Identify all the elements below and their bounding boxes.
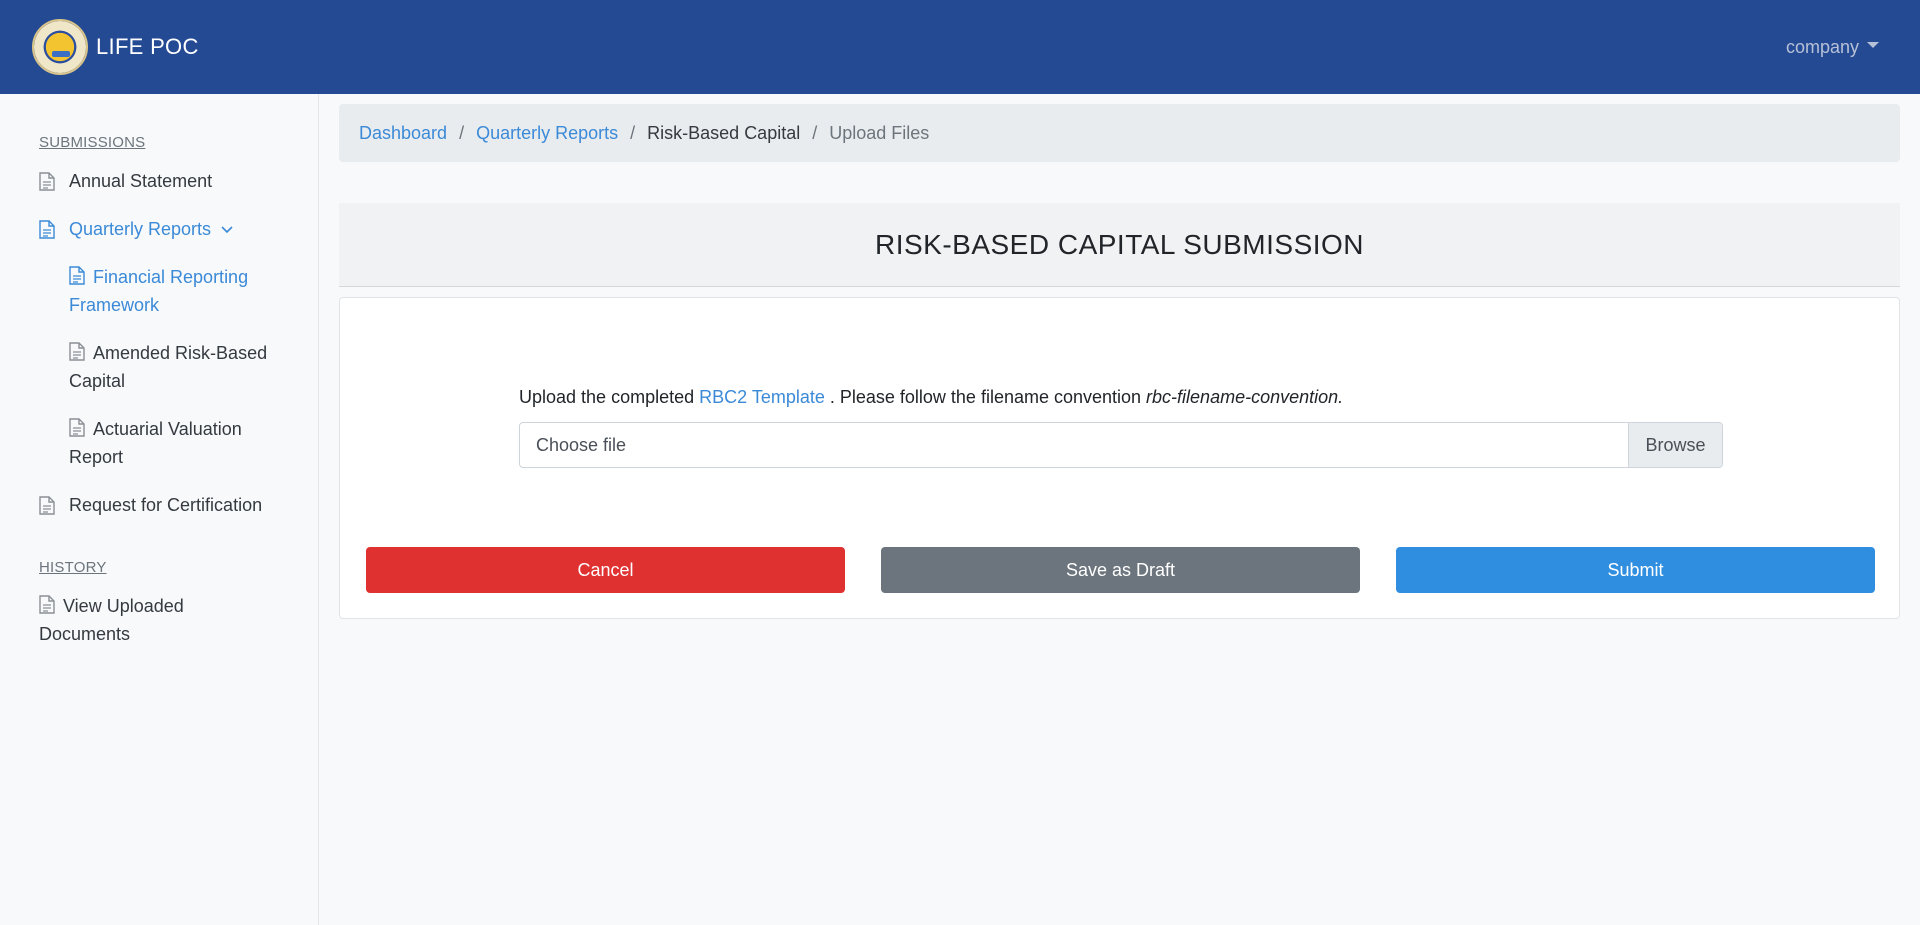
document-icon xyxy=(69,342,85,361)
breadcrumb-separator: / xyxy=(630,122,636,143)
document-icon xyxy=(69,266,85,285)
sidebar-item-label: Request for Certification xyxy=(69,495,263,515)
document-icon xyxy=(39,496,55,515)
sidebar-section-history: HISTORY xyxy=(39,559,107,576)
sidebar-item-label: Amended Risk-Based Capital xyxy=(69,343,268,391)
rbc2-template-link[interactable]: RBC2 Template xyxy=(699,387,825,407)
sidebar-item-label-wrap: View Uploaded Documents xyxy=(39,592,219,648)
sidebar-item-annual-statement[interactable]: Annual Statement xyxy=(39,167,318,195)
document-icon xyxy=(39,595,55,614)
breadcrumb-separator: / xyxy=(459,122,465,143)
breadcrumb-quarterly-reports-link[interactable]: Quarterly Reports xyxy=(476,123,618,144)
sidebar-item-label: Quarterly Reports xyxy=(69,219,212,239)
seal-logo-icon xyxy=(32,19,88,75)
sidebar-item-label: View Uploaded Documents xyxy=(39,596,184,644)
user-menu-dropdown[interactable]: company xyxy=(1786,37,1879,58)
sidebar: SUBMISSIONS Annual Statement Quarterly R… xyxy=(0,94,319,925)
breadcrumb-separator: / xyxy=(812,122,818,143)
instructions-middle: . Please follow the filename convention xyxy=(824,387,1147,407)
sidebar-item-label: Annual Statement xyxy=(69,171,213,191)
document-icon xyxy=(69,418,85,437)
file-upload-input[interactable]: Choose file Browse xyxy=(519,422,1723,468)
submit-button[interactable]: Submit xyxy=(1396,547,1875,593)
sidebar-item-label: Actuarial Valuation Report xyxy=(69,419,242,467)
document-icon xyxy=(39,172,55,191)
chevron-down-icon xyxy=(221,226,233,234)
breadcrumb-risk-based-capital: Risk-Based Capital xyxy=(647,122,801,143)
sidebar-item-actuarial-valuation-report[interactable]: Actuarial Valuation Report xyxy=(69,415,318,471)
caret-down-icon xyxy=(1867,42,1879,48)
sidebar-item-financial-reporting-framework[interactable]: Financial Reporting Framework xyxy=(69,263,318,319)
instructions-prefix: Upload the completed xyxy=(519,387,700,407)
sidebar-item-quarterly-reports[interactable]: Quarterly Reports xyxy=(39,215,318,243)
cancel-button[interactable]: Cancel xyxy=(366,547,845,593)
sidebar-section-submissions: SUBMISSIONS xyxy=(39,134,146,151)
quarterly-reports-submenu: Financial Reporting Framework Amended Ri… xyxy=(39,263,318,471)
file-input-placeholder[interactable]: Choose file xyxy=(520,423,1628,467)
user-menu-label: company xyxy=(1785,36,1859,57)
page-title: RISK-BASED CAPITAL SUBMISSION xyxy=(874,228,1365,260)
brand[interactable]: LIFE POC xyxy=(32,19,199,75)
browse-button[interactable]: Browse xyxy=(1628,423,1722,467)
card-header: RISK-BASED CAPITAL SUBMISSION xyxy=(339,203,1900,287)
breadcrumb: Dashboard / Quarterly Reports / Risk-Bas… xyxy=(339,104,1900,162)
sidebar-item-request-for-certification[interactable]: Request for Certification xyxy=(39,491,318,519)
sidebar-item-label-wrap: Amended Risk-Based Capital xyxy=(69,339,289,395)
document-icon xyxy=(39,220,55,239)
save-as-draft-button[interactable]: Save as Draft xyxy=(881,547,1360,593)
upload-instructions: Upload the completed RBC2 Template . Ple… xyxy=(519,387,1343,408)
sidebar-item-label-wrap: Actuarial Valuation Report xyxy=(69,415,289,471)
sidebar-item-view-uploaded-documents[interactable]: View Uploaded Documents xyxy=(39,592,318,648)
top-navbar: LIFE POC company xyxy=(0,0,1920,94)
upload-card: Upload the completed RBC2 Template . Ple… xyxy=(339,297,1900,619)
breadcrumb-current: Upload Files xyxy=(829,122,930,143)
sidebar-item-label: Financial Reporting Framework xyxy=(69,267,249,315)
brand-title: LIFE POC xyxy=(96,34,199,59)
sidebar-item-amended-risk-based-capital[interactable]: Amended Risk-Based Capital xyxy=(69,339,318,395)
breadcrumb-dashboard-link[interactable]: Dashboard xyxy=(359,123,447,144)
filename-convention: rbc-filename-convention. xyxy=(1146,387,1344,407)
sidebar-item-label-wrap: Financial Reporting Framework xyxy=(69,263,289,319)
